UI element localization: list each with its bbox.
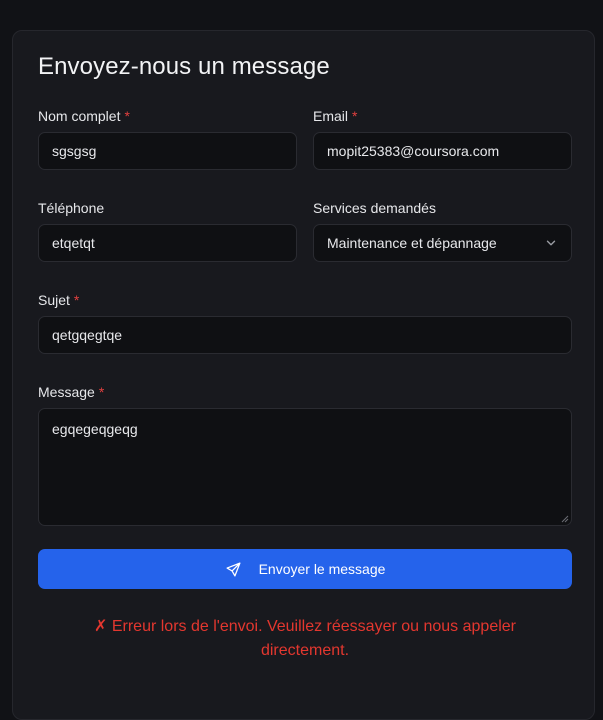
required-marker: *: [352, 108, 358, 124]
message-label-text: Message: [38, 384, 95, 400]
services-label-text: Services demandés: [313, 200, 436, 216]
name-input-value: sgsgsg: [52, 143, 97, 159]
services-select[interactable]: Maintenance et dépannage: [313, 224, 572, 262]
required-marker: *: [124, 108, 130, 124]
message-label: Message *: [38, 384, 104, 400]
error-message-line-2: directement.: [260, 642, 350, 659]
subject-input-value: qetgqegtqe: [52, 327, 123, 343]
message-textarea[interactable]: egqegeqgeqg: [38, 408, 572, 526]
email-label-text: Email: [313, 108, 349, 124]
error-message-line-1: ✗ Erreur lors de l'envoi. Veuillez réess…: [93, 618, 516, 635]
subject-label-text: Sujet: [38, 292, 70, 308]
email-input[interactable]: mopit25383@coursora.com: [313, 132, 572, 170]
send-message-label: Envoyer le message: [258, 561, 386, 577]
phone-input[interactable]: etqetqt: [38, 224, 297, 262]
phone-label-text: Téléphone: [38, 200, 105, 216]
error-message: ✗ Erreur lors de l'envoi. Veuillez réess…: [38, 615, 572, 663]
contact-form-card: Envoyez-nous un message Nom complet * sgs…: [12, 30, 595, 720]
phone-label: Téléphone: [38, 200, 104, 216]
send-icon: [226, 561, 241, 577]
form-title: Envoyez-nous un message: [38, 53, 330, 80]
name-label-text: Nom complet: [38, 108, 121, 124]
phone-input-value: etqetqt: [52, 235, 95, 251]
message-textarea-value: egqegeqgeqg: [52, 421, 138, 437]
email-input-value: mopit25383@coursora.com: [327, 143, 500, 159]
chevron-down-icon: [546, 240, 556, 246]
required-marker: *: [98, 384, 105, 400]
name-label: Nom complet *: [38, 108, 130, 124]
name-input[interactable]: sgsgsg: [38, 132, 297, 170]
subject-input[interactable]: qetgqegtqe: [38, 316, 572, 354]
services-select-value: Maintenance et dépannage: [327, 235, 497, 251]
resize-handle-icon[interactable]: [561, 515, 569, 523]
send-message-button[interactable]: Envoyer le message: [38, 549, 572, 589]
subject-label: Sujet *: [38, 292, 79, 308]
email-label: Email *: [313, 108, 357, 124]
services-label: Services demandés: [313, 200, 436, 216]
required-marker: *: [73, 292, 80, 308]
